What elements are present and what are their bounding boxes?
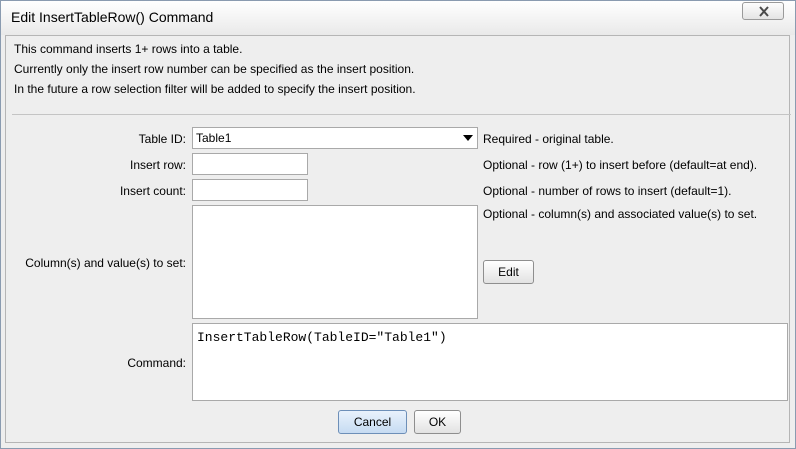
column-values-label: Column(s) and value(s) to set: [25,256,186,270]
command-textarea[interactable]: InsertTableRow(TableID="Table1") [192,323,788,401]
column-values-hint: Optional - column(s) and associated valu… [483,207,758,221]
insert-count-hint: Optional - number of rows to insert (def… [483,184,732,198]
column-values-textarea[interactable] [192,205,478,319]
table-id-combobox[interactable]: Table1 [192,127,478,149]
ok-button[interactable]: OK [414,410,461,434]
description-line-2: Currently only the insert row number can… [14,62,415,76]
table-id-label: Table ID: [138,132,186,146]
insert-count-input[interactable] [192,179,308,201]
insert-row-input[interactable] [192,153,308,175]
insert-row-hint: Optional - row (1+) to insert before (de… [483,158,758,172]
title-bar: Edit InsertTableRow() Command [1,1,795,35]
cancel-button[interactable]: Cancel [338,410,407,434]
dialog-window: Edit InsertTableRow() Command This comma… [0,0,796,449]
description-panel: This command inserts 1+ rows into a tabl… [12,36,791,115]
close-button[interactable] [742,2,784,20]
dialog-content: This command inserts 1+ rows into a tabl… [5,35,791,443]
window-title: Edit InsertTableRow() Command [11,9,214,25]
insert-row-label: Insert row: [129,158,186,172]
table-id-value: Table1 [196,131,232,145]
dropdown-arrow-icon[interactable] [463,135,473,141]
command-label: Command: [127,356,186,370]
close-icon [759,6,769,17]
table-id-hint: Required - original table. [483,132,614,146]
description-line-3: In the future a row selection filter wil… [14,82,416,96]
insert-count-label: Insert count: [119,184,186,198]
edit-button[interactable]: Edit [483,260,534,284]
description-line-1: This command inserts 1+ rows into a tabl… [14,42,243,56]
